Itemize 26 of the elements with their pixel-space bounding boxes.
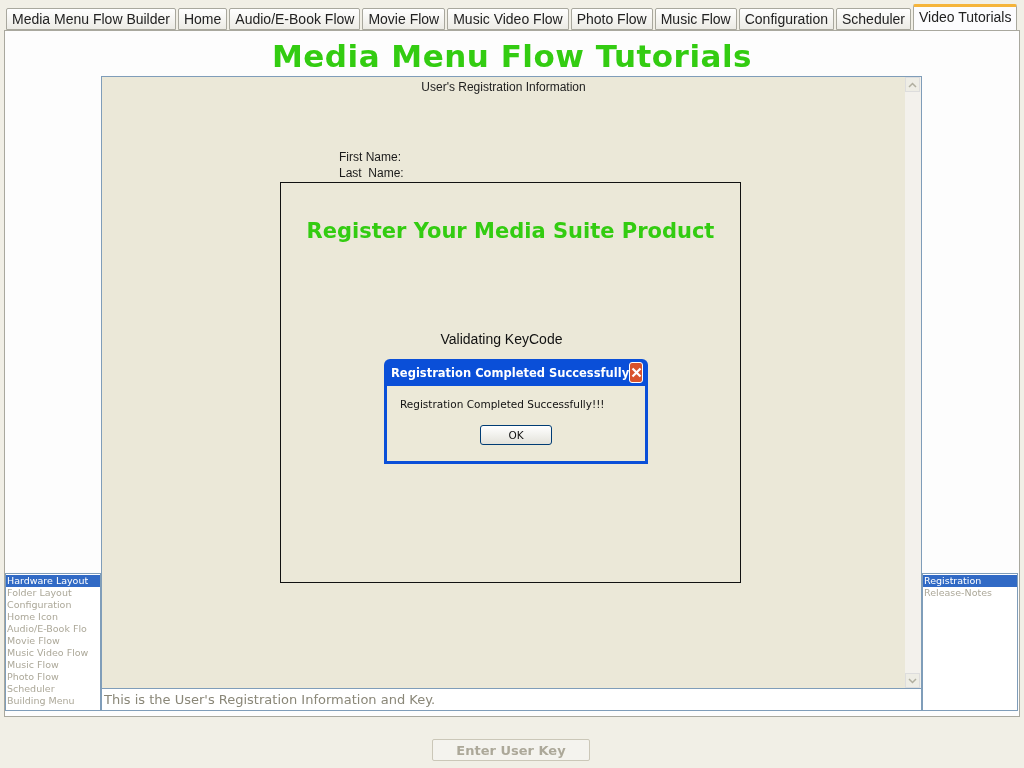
tab[interactable]: Home [177,8,228,30]
status-text: Validating KeyCode [440,331,563,347]
list-item[interactable]: Registration [923,575,1017,587]
tab[interactable]: Configuration [738,8,834,30]
tab[interactable]: Media Menu Flow Builder [6,8,176,30]
tab[interactable]: Scheduler [836,8,912,30]
panel-heading: User's Registration Information [420,79,587,94]
field-label: First Name: [339,149,402,165]
scrollbar[interactable] [905,77,921,688]
scroll-down-icon[interactable] [905,673,920,688]
tab[interactable]: Video Tutorials [913,4,1018,30]
page-title: Media Menu Flow Tutorials [270,37,754,76]
dialog-title: Registration Completed Successfully [391,365,630,380]
description-field[interactable]: This is the User's Registration Information and Key. [101,689,922,711]
field-label: Last Name: [339,165,405,181]
dialog-message: Registration Completed Successfully!!! [400,398,605,410]
register-title: Register Your Media Suite Product [306,219,715,243]
ok-button[interactable]: OK [480,425,552,445]
tab[interactable]: Movie Flow [362,8,446,30]
tab[interactable]: Music Video Flow [447,8,569,30]
close-icon[interactable] [629,362,643,383]
tab[interactable]: Photo Flow [570,8,653,30]
tab[interactable]: Music Flow [654,8,737,30]
scroll-up-icon[interactable] [905,77,920,92]
tab[interactable]: Audio/E-Book Flow [229,8,361,30]
list-item[interactable]: Hardware Layout [6,575,100,587]
